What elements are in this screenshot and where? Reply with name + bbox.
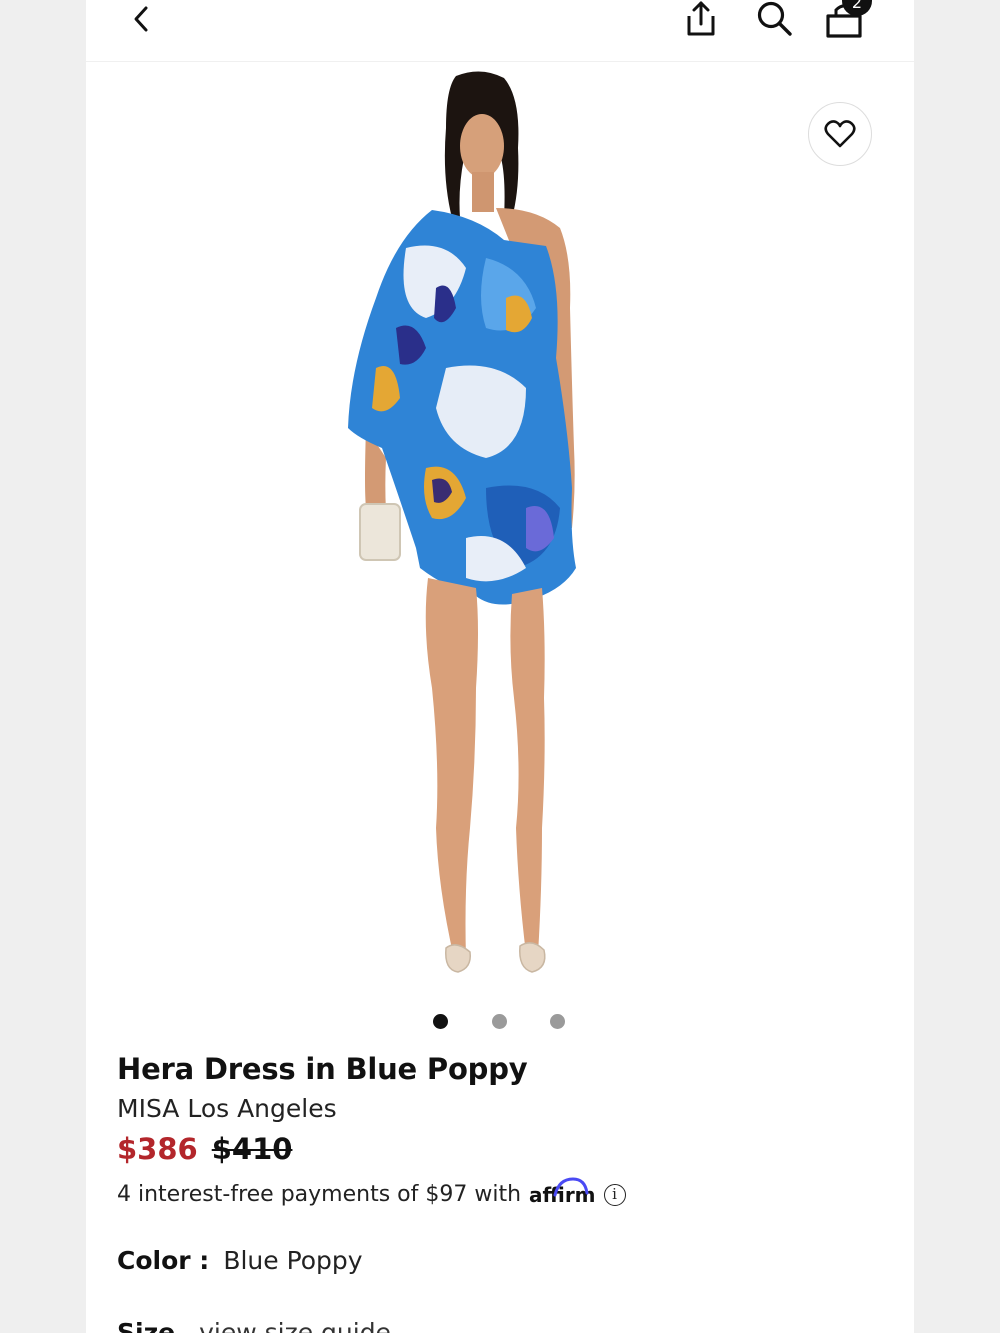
affirm-logo: affirm <box>529 1176 596 1207</box>
product-image-carousel[interactable] <box>86 62 914 997</box>
sale-price: $386 <box>117 1132 198 1166</box>
search-button[interactable] <box>756 0 794 38</box>
product-title: Hera Dress in Blue Poppy <box>117 1052 528 1086</box>
image-pagination <box>86 1014 914 1032</box>
size-selector: Size view size guide <box>117 1318 391 1333</box>
chevron-left-icon <box>134 6 148 32</box>
size-label: Size <box>117 1318 176 1333</box>
share-icon <box>687 1 715 36</box>
favorite-button[interactable] <box>808 102 872 166</box>
back-button[interactable] <box>126 2 158 36</box>
share-button[interactable] <box>684 0 718 38</box>
info-icon[interactable]: i <box>603 1183 626 1206</box>
installments-text: 4 interest-free payments of $97 with <box>117 1182 522 1207</box>
shopping-bag-button[interactable]: 2 <box>822 0 872 40</box>
product-brand[interactable]: MISA Los Angeles <box>117 1094 337 1123</box>
heart-icon <box>824 120 856 148</box>
pagination-dot-3[interactable] <box>550 1014 565 1029</box>
price-row: $386 $410 <box>117 1132 292 1168</box>
original-price: $410 <box>211 1132 293 1166</box>
product-page: 2 Hera Dress in Blue Poppy MISA Los Ange… <box>86 0 914 1333</box>
product-image <box>348 71 576 973</box>
affirm-installments: 4 interest-free payments of $97 with aff… <box>117 1176 626 1207</box>
affirm-arc-icon <box>553 1176 589 1196</box>
pagination-dot-2[interactable] <box>492 1014 507 1029</box>
top-nav-bar: 2 <box>86 0 914 62</box>
color-selector: Color : Blue Poppy <box>117 1246 363 1275</box>
size-guide-link[interactable]: view size guide <box>199 1318 391 1333</box>
color-value: Blue Poppy <box>223 1246 363 1275</box>
search-icon <box>757 1 792 36</box>
pagination-dot-1[interactable] <box>433 1014 448 1029</box>
color-label: Color : <box>117 1246 210 1275</box>
